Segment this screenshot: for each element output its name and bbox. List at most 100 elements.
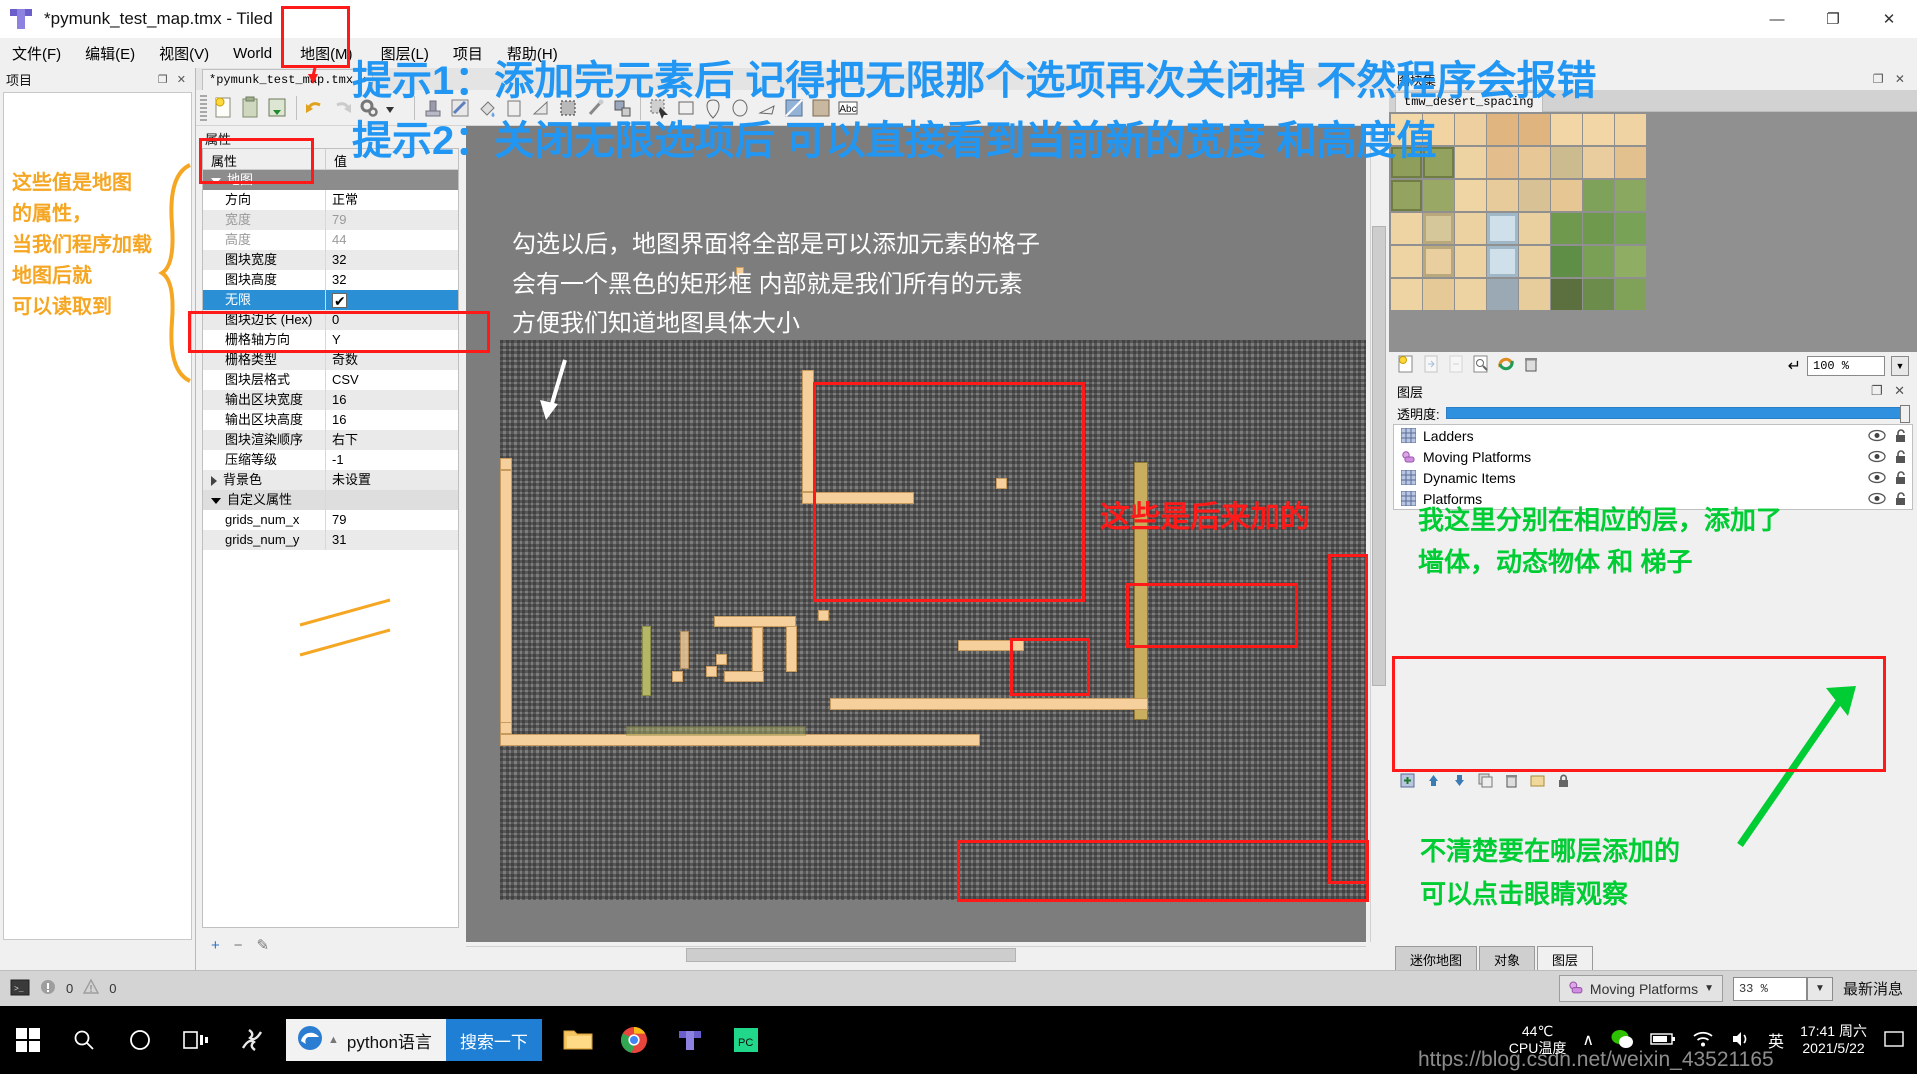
terminal-icon[interactable]: >_	[10, 979, 30, 999]
table-row-grids-num-y[interactable]: grids_num_y 31	[203, 530, 458, 550]
chrome-icon[interactable]	[606, 1006, 662, 1074]
table-row[interactable]: 图块渲染顺序 右下	[203, 430, 458, 450]
same-tile-select-icon[interactable]	[609, 95, 635, 121]
undo-icon[interactable]	[302, 95, 328, 121]
cortana-circle-icon[interactable]	[112, 1006, 168, 1074]
rect-select-icon[interactable]	[555, 95, 581, 121]
table-row[interactable]: 栅格轴方向 Y	[203, 330, 458, 350]
map-zoom-control[interactable]: 33 % ▼	[1732, 976, 1833, 1001]
layers-dock-buttons[interactable]: ❐ ✕	[1871, 383, 1909, 399]
lock-icon[interactable]	[1555, 772, 1572, 794]
project-tree[interactable]	[3, 92, 192, 940]
ime-indicator[interactable]: 英	[1768, 1028, 1784, 1052]
property-value[interactable]: 右下	[326, 430, 458, 450]
table-row[interactable]: 图块宽度 32	[203, 250, 458, 270]
menu-project[interactable]: 项目	[441, 39, 495, 68]
property-value[interactable]: CSV	[326, 370, 458, 390]
eye-icon[interactable]	[1868, 471, 1886, 484]
select-object-icon[interactable]	[646, 95, 672, 121]
opacity-slider[interactable]	[1445, 405, 1910, 423]
menu-view[interactable]: 视图(V)	[147, 39, 221, 68]
unlock-icon[interactable]	[1893, 491, 1908, 506]
minimize-button[interactable]: —	[1749, 0, 1805, 38]
task-view-icon[interactable]	[168, 1006, 224, 1074]
tileset-view[interactable]	[1389, 112, 1917, 352]
snake-icon[interactable]	[224, 1006, 280, 1074]
table-row[interactable]: 图块边长 (Hex) 0	[203, 310, 458, 330]
wifi-icon[interactable]	[1692, 1030, 1714, 1051]
lower-layer-icon[interactable]	[1451, 772, 1468, 794]
battery-icon[interactable]	[1650, 1031, 1676, 1050]
delete-icon[interactable]	[1522, 355, 1540, 378]
search-button[interactable]: 搜索一下	[445, 1019, 542, 1061]
duplicate-layer-icon[interactable]	[1477, 772, 1494, 794]
property-value[interactable]: 32	[326, 250, 458, 270]
layers-list[interactable]: Ladders Moving Platforms Dynamic Items P…	[1393, 424, 1913, 510]
save-map-icon[interactable]	[265, 95, 291, 121]
chevron-down-icon[interactable]	[211, 177, 221, 184]
refresh-icon[interactable]	[1497, 355, 1515, 378]
notification-icon[interactable]	[1883, 1029, 1905, 1052]
property-value[interactable]: -1	[326, 450, 458, 470]
table-row-background-color[interactable]: 背景色 未设置	[203, 470, 458, 490]
list-item[interactable]: Ladders	[1394, 425, 1912, 446]
terrain-brush-icon[interactable]	[447, 95, 473, 121]
inspect-icon[interactable]	[1472, 355, 1490, 378]
property-value[interactable]: Y	[326, 330, 458, 350]
property-value[interactable]: 32	[326, 270, 458, 290]
close-icon[interactable]: ✕	[359, 72, 366, 87]
wrap-icon[interactable]: ↵	[1788, 356, 1801, 376]
fill-tool-icon[interactable]	[474, 95, 500, 121]
magic-wand-icon[interactable]	[582, 95, 608, 121]
map-canvas[interactable]	[466, 126, 1366, 942]
stamp-tool-icon[interactable]	[420, 95, 446, 121]
property-value[interactable]: 31	[326, 530, 458, 550]
table-row[interactable]: 输出区块高度 16	[203, 410, 458, 430]
opacity-slider-knob[interactable]	[1900, 405, 1910, 423]
insert-text-icon[interactable]: Abc	[835, 95, 861, 121]
map-horizontal-scrollbar[interactable]	[466, 946, 1366, 962]
table-row[interactable]: 压缩等级 -1	[203, 450, 458, 470]
tray-expand-icon[interactable]: ∧	[1582, 1030, 1594, 1050]
chevron-down-icon[interactable]: ▼	[1891, 356, 1909, 376]
menu-help[interactable]: 帮助(H)	[495, 39, 570, 68]
new-layer-icon[interactable]	[1399, 772, 1416, 794]
pycharm-icon[interactable]: PC	[718, 1006, 774, 1074]
unlock-icon[interactable]	[1893, 428, 1908, 443]
table-row[interactable]: 图块高度 32	[203, 270, 458, 290]
insert-polygon-icon[interactable]	[754, 95, 780, 121]
add-property-button[interactable]: +	[211, 937, 220, 954]
eye-icon[interactable]	[1868, 429, 1886, 442]
search-query[interactable]: python语言	[339, 1028, 446, 1053]
list-item[interactable]: Platforms	[1394, 488, 1912, 509]
menu-layer[interactable]: 图层(L)	[369, 39, 441, 68]
tileset-zoom-value[interactable]: 100 %	[1807, 356, 1885, 376]
error-icon[interactable]	[40, 979, 56, 998]
table-row[interactable]: 方向 正常	[203, 190, 458, 210]
map-properties-icon[interactable]	[356, 95, 382, 121]
property-value[interactable]: 16	[326, 410, 458, 430]
map-view[interactable]	[466, 126, 1386, 962]
infinite-checkbox[interactable]	[332, 291, 347, 310]
search-box[interactable]: ▲ python语言 搜索一下	[286, 1019, 542, 1061]
maximize-button[interactable]: ❐	[1805, 0, 1861, 38]
project-dock-buttons[interactable]: ❐ ✕	[158, 73, 189, 86]
unlock-icon[interactable]	[1893, 470, 1908, 485]
insert-rectangle-icon[interactable]	[673, 95, 699, 121]
chevron-down-icon[interactable]: ▼	[1806, 976, 1833, 1001]
eye-icon[interactable]	[1868, 492, 1886, 505]
unlock-icon[interactable]	[1893, 449, 1908, 464]
current-layer-selector[interactable]: Moving Platforms ▼	[1558, 975, 1723, 1002]
toolbar-grip[interactable]	[200, 94, 207, 121]
tileset-image[interactable]	[1391, 114, 1646, 322]
table-row-infinite[interactable]: 无限	[203, 290, 458, 310]
tileset-tab[interactable]: tmw_desert_spacing	[1395, 92, 1543, 112]
property-group-map[interactable]: 地图	[203, 170, 458, 190]
edit-property-button[interactable]: ✎	[257, 936, 270, 954]
list-item[interactable]: Moving Platforms	[1394, 446, 1912, 467]
map-vertical-scrollbar[interactable]	[1370, 126, 1386, 942]
eye-icon[interactable]	[1868, 450, 1886, 463]
table-row[interactable]: 输出区块宽度 16	[203, 390, 458, 410]
table-row[interactable]: 图块层格式 CSV	[203, 370, 458, 390]
property-group-custom[interactable]: 自定义属性	[203, 490, 458, 510]
